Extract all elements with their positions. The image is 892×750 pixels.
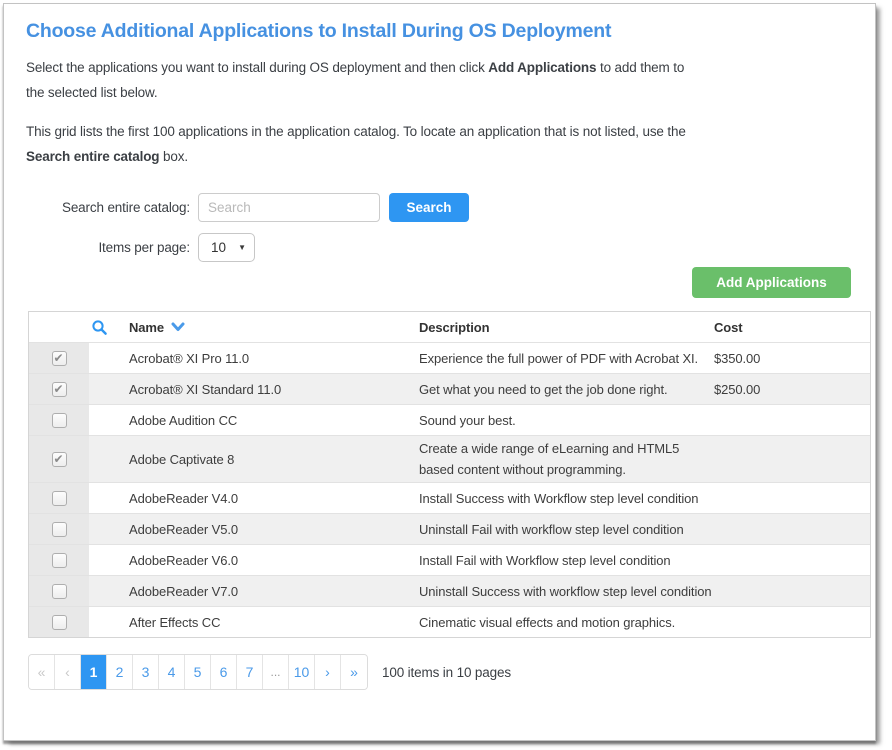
column-header-cost[interactable]: Cost (714, 320, 870, 335)
app-name: AdobeReader V4.0 (89, 491, 419, 506)
app-description: Get what you need to get the job done ri… (419, 379, 714, 400)
applications-table: Name Description Cost Acrobat® XI Pro 11… (28, 311, 871, 638)
page-button-6[interactable]: 6 (211, 655, 237, 689)
checkbox-cell (29, 607, 89, 637)
intro1-text: Select the applications you want to inst… (26, 60, 488, 75)
column-header-name[interactable]: Name (89, 319, 419, 336)
sort-descending-icon (171, 322, 185, 332)
search-row: Search entire catalog: Search (26, 193, 853, 222)
items-per-page-row: Items per page: 10 ▼ (26, 233, 853, 262)
table-row: Acrobat® XI Standard 11.0 Get what you n… (29, 373, 870, 404)
row-checkbox[interactable] (52, 553, 67, 568)
checkbox-cell (29, 483, 89, 513)
intro2-bold-search-catalog: Search entire catalog (26, 149, 159, 164)
table-row: Acrobat® XI Pro 11.0 Experience the full… (29, 342, 870, 373)
app-name: Acrobat® XI Standard 11.0 (89, 382, 419, 397)
table-row: AdobeReader V6.0 Install Fail with Workf… (29, 544, 870, 575)
app-name: AdobeReader V5.0 (89, 522, 419, 537)
search-input[interactable] (198, 193, 380, 222)
table-row: AdobeReader V7.0 Uninstall Success with … (29, 575, 870, 606)
page-button-1[interactable]: 1 (81, 655, 107, 689)
chevron-down-icon: ▼ (238, 243, 246, 252)
app-cost: $350.00 (714, 351, 870, 366)
page-ellipsis: ... (263, 655, 289, 689)
app-cost: $250.00 (714, 382, 870, 397)
app-description: Create a wide range of eLearning and HTM… (419, 438, 714, 480)
page-title: Choose Additional Applications to Instal… (26, 20, 853, 43)
table-row: AdobeReader V5.0 Uninstall Fail with wor… (29, 513, 870, 544)
intro2-text: This grid lists the first 100 applicatio… (26, 124, 686, 139)
row-checkbox[interactable] (52, 452, 67, 467)
table-row: AdobeReader V4.0 Install Success with Wo… (29, 482, 870, 513)
app-description: Cinematic visual effects and motion grap… (419, 612, 714, 633)
add-applications-row: Add Applications (4, 267, 875, 298)
page-button-2[interactable]: 2 (107, 655, 133, 689)
table-header-row: Name Description Cost (29, 312, 870, 342)
app-name: AdobeReader V6.0 (89, 553, 419, 568)
page-button-4[interactable]: 4 (159, 655, 185, 689)
page-button-10[interactable]: 10 (289, 655, 315, 689)
app-name: Adobe Captivate 8 (89, 452, 419, 467)
row-checkbox[interactable] (52, 351, 67, 366)
intro-paragraph-2: This grid lists the first 100 applicatio… (26, 119, 698, 169)
row-checkbox[interactable] (52, 522, 67, 537)
add-applications-button[interactable]: Add Applications (692, 267, 851, 298)
app-description: Experience the full power of PDF with Ac… (419, 348, 714, 369)
header-checkbox-column (29, 312, 89, 342)
page-next-button[interactable]: › (315, 655, 341, 689)
row-checkbox[interactable] (52, 382, 67, 397)
table-row: Adobe Audition CC Sound your best. (29, 404, 870, 435)
checkbox-cell (29, 343, 89, 373)
os-deployment-apps-window: Choose Additional Applications to Instal… (3, 3, 876, 741)
app-name: Acrobat® XI Pro 11.0 (89, 351, 419, 366)
items-per-page-label: Items per page: (26, 240, 198, 255)
app-name: After Effects CC (89, 615, 419, 630)
search-button[interactable]: Search (389, 193, 469, 222)
search-catalog-label: Search entire catalog: (26, 200, 198, 215)
page-button-7[interactable]: 7 (237, 655, 263, 689)
column-header-description[interactable]: Description (419, 317, 714, 338)
page-button-5[interactable]: 5 (185, 655, 211, 689)
page-button-3[interactable]: 3 (133, 655, 159, 689)
checkbox-cell (29, 514, 89, 544)
page-prev-button: ‹ (55, 655, 81, 689)
row-checkbox[interactable] (52, 491, 67, 506)
app-description: Uninstall Fail with workflow step level … (419, 519, 714, 540)
row-checkbox[interactable] (52, 413, 67, 428)
table-row: Adobe Captivate 8 Create a wide range of… (29, 435, 870, 482)
row-checkbox[interactable] (52, 584, 67, 599)
checkbox-cell (29, 576, 89, 606)
pagination-row: « ‹ 1 2 3 4 5 6 7 ... 10 › » 100 items i… (28, 654, 851, 690)
app-description: Sound your best. (419, 410, 714, 431)
row-checkbox[interactable] (52, 615, 67, 630)
app-description: Install Fail with Workflow step level co… (419, 550, 714, 571)
checkbox-cell (29, 545, 89, 575)
items-per-page-select[interactable]: 10 ▼ (198, 233, 255, 262)
app-description: Install Success with Workflow step level… (419, 488, 714, 509)
pagination-summary: 100 items in 10 pages (382, 665, 511, 680)
checkbox-cell (29, 436, 89, 482)
search-icon[interactable] (91, 319, 108, 336)
checkbox-cell (29, 374, 89, 404)
app-name: AdobeReader V7.0 (89, 584, 419, 599)
app-description: Uninstall Success with workflow step lev… (419, 581, 714, 602)
name-header-label: Name (129, 320, 164, 335)
pagination: « ‹ 1 2 3 4 5 6 7 ... 10 › » (28, 654, 368, 690)
intro2-text-2: box. (159, 149, 188, 164)
intro1-bold-add-applications: Add Applications (488, 60, 596, 75)
items-per-page-value: 10 (211, 240, 238, 255)
page-last-button[interactable]: » (341, 655, 367, 689)
intro-paragraph-1: Select the applications you want to inst… (26, 55, 698, 105)
page-first-button: « (29, 655, 55, 689)
checkbox-cell (29, 405, 89, 435)
app-name: Adobe Audition CC (89, 413, 419, 428)
table-row: After Effects CC Cinematic visual effect… (29, 606, 870, 637)
